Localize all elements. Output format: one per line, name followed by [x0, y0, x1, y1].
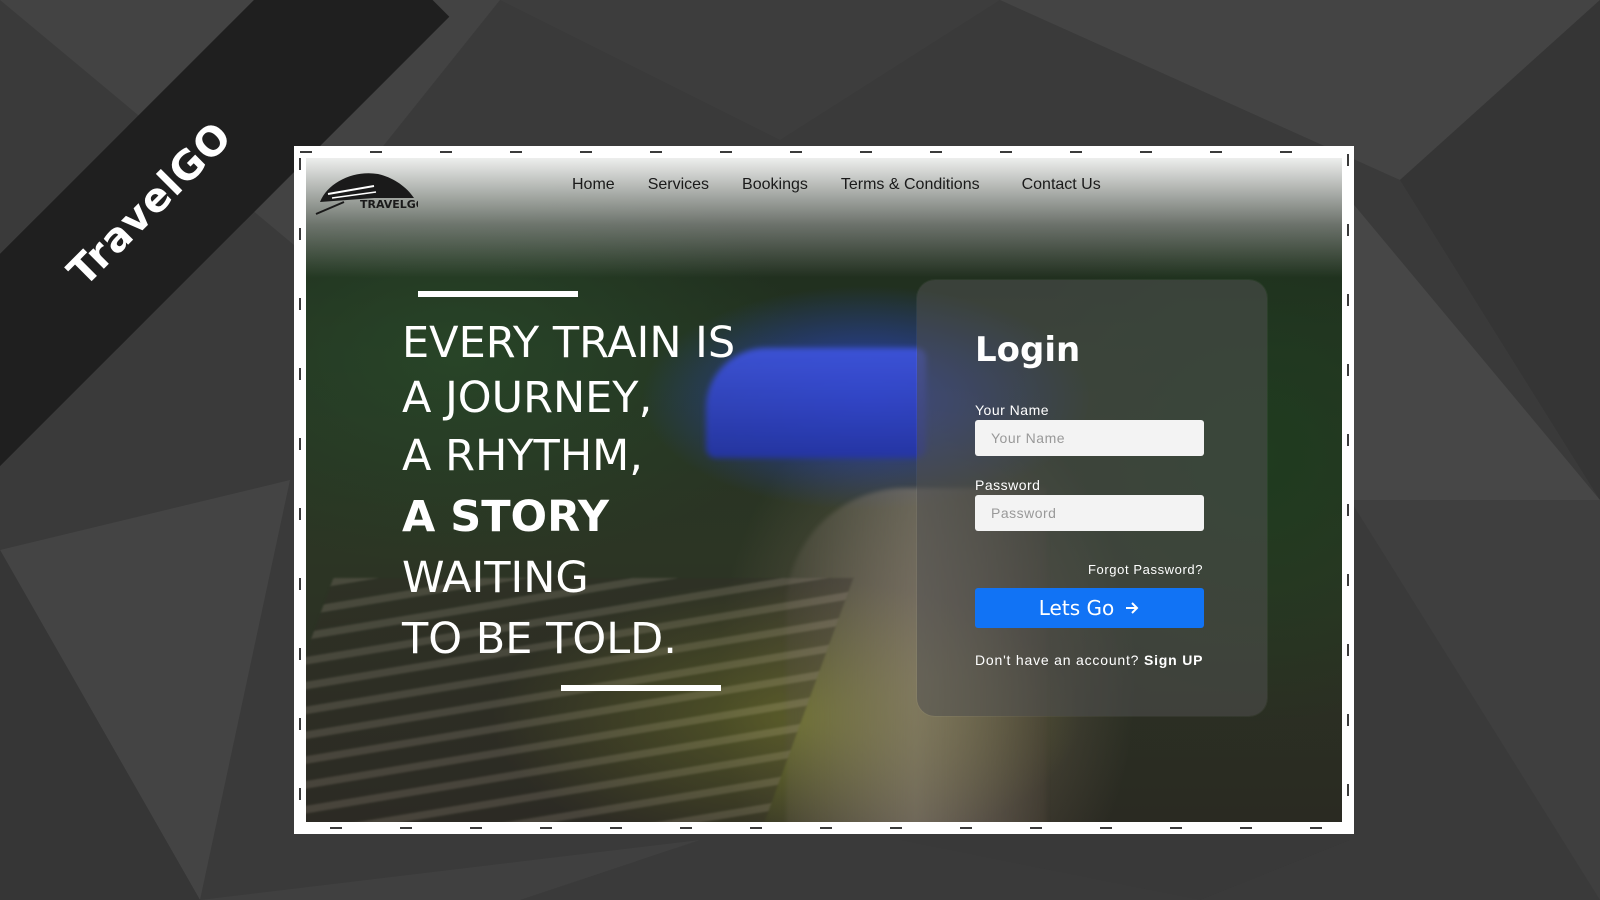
- hero-line-6: TO BE TOLD.: [402, 614, 677, 664]
- nav-links: Home Services Bookings Terms & Condition…: [572, 176, 1134, 194]
- hero-screen: TRAVELGO Home Services Bookings Terms & …: [306, 158, 1342, 822]
- arrow-right-icon: [1126, 602, 1139, 614]
- mockup-frame: TRAVELGO Home Services Bookings Terms & …: [294, 146, 1354, 834]
- password-input[interactable]: [975, 495, 1204, 531]
- lets-go-button[interactable]: Lets Go: [975, 588, 1204, 628]
- hero-line-2: A JOURNEY,: [402, 373, 653, 423]
- hero-headline: EVERY TRAIN IS A JOURNEY, A RHYTHM, A ST…: [402, 316, 735, 670]
- forgot-password-link[interactable]: Forgot Password?: [1088, 562, 1203, 577]
- train-logo-icon: TRAVELGO: [315, 173, 418, 215]
- train-image: [706, 348, 926, 458]
- login-title: Login: [975, 330, 1081, 370]
- signup-prompt: Don't have an account?: [975, 652, 1140, 668]
- nav-bookings[interactable]: Bookings: [742, 176, 808, 194]
- lets-go-label: Lets Go: [1038, 596, 1115, 620]
- top-nav: TRAVELGO Home Services Bookings Terms & …: [306, 158, 1342, 218]
- hero-line-5: WAITING: [402, 553, 589, 603]
- hero-line-4: A STORY: [402, 492, 610, 542]
- nav-home[interactable]: Home: [572, 176, 615, 194]
- hero-line-1: EVERY TRAIN IS: [402, 318, 736, 368]
- hero-divider-top: [418, 291, 578, 297]
- nav-services[interactable]: Services: [648, 176, 709, 194]
- name-input[interactable]: [975, 420, 1204, 456]
- logo-text: TRAVELGO: [360, 198, 418, 211]
- name-label: Your Name: [975, 402, 1050, 418]
- nav-contact[interactable]: Contact Us: [1022, 176, 1101, 194]
- hero-line-3: A RHYTHM,: [402, 431, 643, 481]
- nav-terms[interactable]: Terms & Conditions: [841, 176, 980, 194]
- hero-divider-bottom: [561, 685, 721, 691]
- password-label: Password: [975, 477, 1041, 493]
- login-card: Login Your Name Password Forgot Password…: [917, 280, 1267, 716]
- signup-row: Don't have an account? Sign UP: [975, 652, 1203, 668]
- signup-link[interactable]: Sign UP: [1144, 652, 1203, 668]
